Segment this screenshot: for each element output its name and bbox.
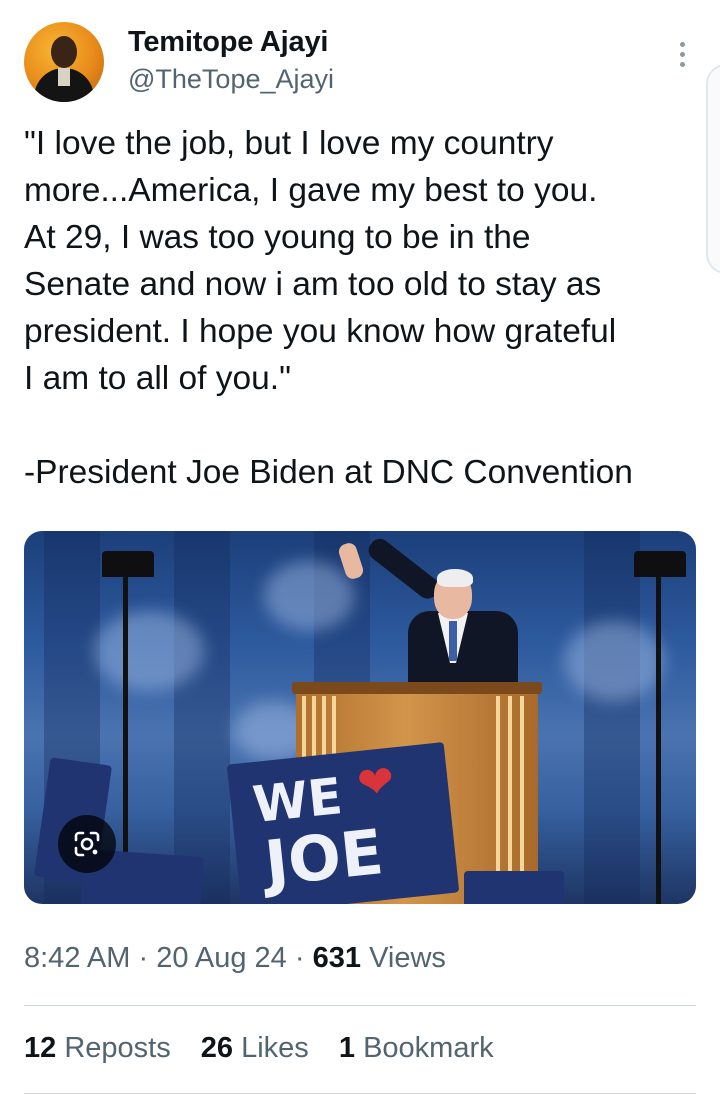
separator-dot: ·: [138, 942, 157, 974]
views-count: 631: [312, 942, 361, 974]
tweet-line: At 29, I was too young to be in the: [24, 219, 531, 256]
stage-light: [634, 551, 686, 577]
author-name[interactable]: Temitope Ajayi: [128, 26, 328, 59]
crowd-sign: [464, 871, 564, 904]
tweet-line: president. I hope you know how grateful: [24, 313, 617, 350]
separator-dot: ·: [294, 942, 313, 974]
reposts-stat[interactable]: 12 Reposts: [24, 1032, 171, 1064]
google-lens-icon[interactable]: [58, 815, 116, 873]
backdrop-star: [94, 611, 204, 691]
avatar[interactable]: [24, 22, 104, 102]
divider: [24, 1005, 696, 1006]
likes-count: 26: [200, 1032, 234, 1064]
avatar-collar: [58, 68, 70, 86]
heart-icon: ❤: [354, 756, 397, 810]
podium-stripe: [496, 696, 500, 876]
we-love-joe-sign: WE ❤ JOE: [226, 742, 460, 904]
podium-stripe: [508, 696, 512, 876]
tweet-line: more...America, I gave my best to you.: [24, 172, 598, 209]
tweet-photo[interactable]: WE ❤ JOE: [24, 531, 696, 904]
tweet-line: Senate and now i am too old to stay as: [24, 266, 602, 303]
divider: [24, 1093, 696, 1094]
stage-light: [102, 551, 154, 577]
engagement-stats: 12 Reposts 26 Likes 1 Bookmark: [24, 1032, 516, 1065]
speaker-arm: [364, 534, 443, 603]
author-handle[interactable]: @TheTope_Ajayi: [128, 64, 334, 95]
tweet-attribution: -President Joe Biden at DNC Convention: [24, 454, 633, 491]
backdrop-panel: [584, 531, 640, 904]
tweet-date[interactable]: 20 Aug 24: [156, 942, 287, 974]
backdrop-panel: [174, 531, 230, 904]
tweet-meta: 8:42 AM · 20 Aug 24 · 631 Views: [24, 942, 446, 975]
reposts-label: Reposts: [64, 1032, 171, 1064]
sign-text-joe: JOE: [261, 815, 387, 901]
podium-stripe: [520, 696, 524, 876]
more-options-icon[interactable]: [672, 42, 692, 72]
lens-glyph: [74, 831, 100, 857]
backdrop-star: [264, 561, 354, 631]
bookmarks-count: 1: [338, 1032, 356, 1064]
likes-label: Likes: [241, 1032, 309, 1064]
podium-top: [292, 682, 542, 694]
tweet-header: Temitope Ajayi @TheTope_Ajayi: [24, 22, 696, 104]
bookmarks-label: Bookmark: [363, 1032, 494, 1064]
likes-stat[interactable]: 26 Likes: [201, 1032, 309, 1064]
reposts-count: 12: [24, 1032, 57, 1064]
tweet-line: "I love the job, but I love my country: [24, 125, 554, 162]
light-stand: [656, 575, 661, 904]
backdrop-star: [564, 621, 664, 701]
speaker-hair: [437, 569, 473, 587]
side-panel-edge: [706, 64, 720, 274]
tweet-line: I am to all of you.": [24, 360, 291, 397]
avatar-face: [51, 36, 77, 68]
tweet-time[interactable]: 8:42 AM: [24, 942, 130, 974]
bookmarks-stat[interactable]: 1 Bookmark: [339, 1032, 494, 1064]
tweet-text: "I love the job, but I love my country m…: [24, 120, 696, 496]
views-label: Views: [369, 942, 446, 974]
speaker-tie: [449, 621, 457, 661]
